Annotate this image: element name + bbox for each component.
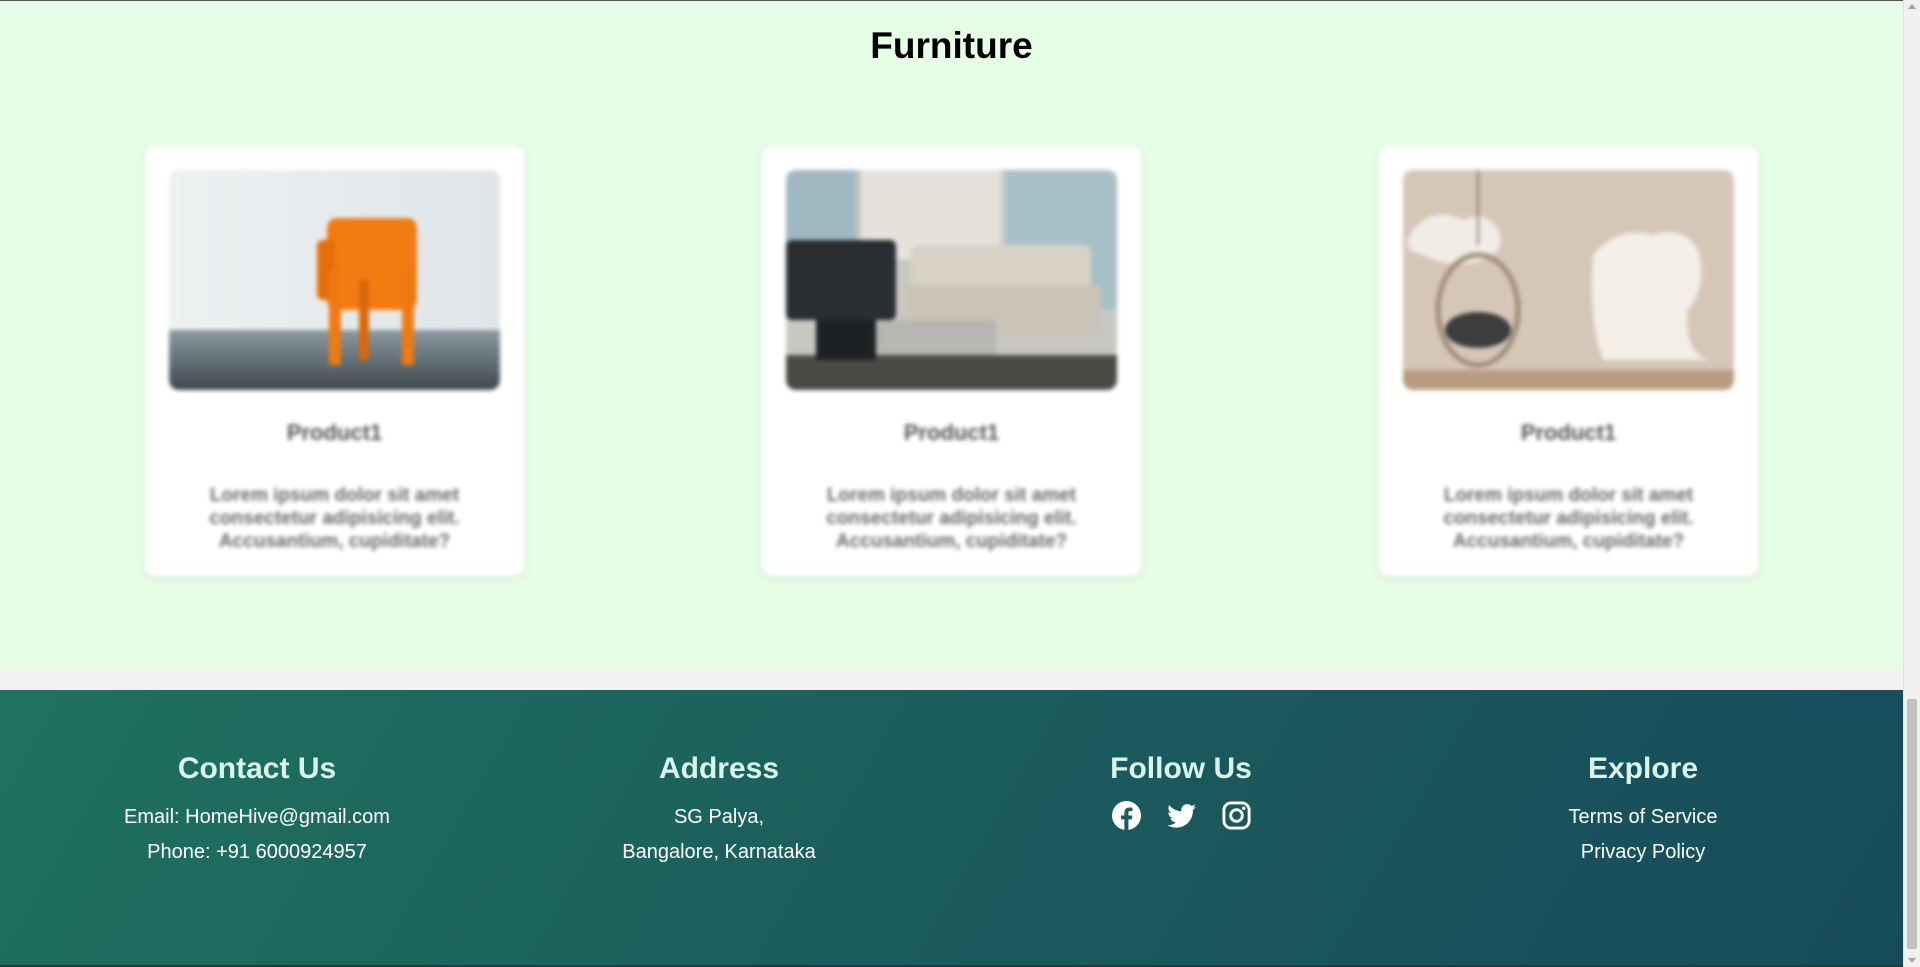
facebook-icon[interactable] — [1111, 800, 1142, 831]
site-footer: Contact Us Email: HomeHive@gmail.com Pho… — [0, 690, 1903, 967]
product-title: Product1 — [1520, 420, 1617, 445]
scroll-up-arrow-icon[interactable] — [1908, 4, 1916, 9]
scroll-thumb[interactable] — [1907, 699, 1917, 949]
section-title: Furniture — [870, 25, 1033, 66]
product-description: Lorem ipsum dolor sit amet consectetur a… — [826, 485, 1077, 552]
social-links — [951, 800, 1411, 831]
twitter-icon[interactable] — [1166, 800, 1197, 831]
product-card[interactable]: Product1 Lorem ipsum dolor sit amet cons… — [762, 146, 1141, 576]
hanging-chair-image — [1403, 170, 1734, 390]
explore-heading: Explore — [1587, 752, 1699, 785]
product-description: Lorem ipsum dolor sit amet consectetur a… — [1443, 485, 1694, 552]
address-column: Address SG Palya, Bangalore, Karnataka — [489, 752, 949, 870]
contact-column: Contact Us Email: HomeHive@gmail.com Pho… — [27, 752, 487, 870]
follow-heading: Follow Us — [1110, 752, 1252, 785]
orange-chair-image — [169, 170, 500, 390]
address-line-1: SG Palya, — [673, 806, 765, 828]
privacy-link[interactable]: Privacy Policy — [1413, 835, 1873, 870]
contact-email: Email: HomeHive@gmail.com — [124, 806, 390, 828]
product-title: Product1 — [903, 420, 1000, 445]
vertical-scrollbar[interactable] — [1903, 0, 1920, 967]
contact-heading: Contact Us — [177, 752, 337, 785]
product-card[interactable]: Product1 Lorem ipsum dolor sit amet cons… — [145, 146, 524, 576]
product-description: Lorem ipsum dolor sit amet consectetur a… — [209, 485, 460, 552]
product-title: Product1 — [286, 420, 383, 445]
contact-phone: Phone: +91 6000924957 — [147, 841, 367, 863]
explore-column: Explore Terms of Service Privacy Policy — [1413, 752, 1873, 870]
product-card[interactable]: Product1 Lorem ipsum dolor sit amet cons… — [1379, 146, 1758, 576]
living-room-sofa-image — [786, 170, 1117, 390]
scroll-down-arrow-icon[interactable] — [1908, 958, 1916, 963]
instagram-icon[interactable] — [1221, 800, 1252, 831]
furniture-section: Furniture Product1 Lorem ipsum dolor sit… — [0, 1, 1903, 669]
address-line-2: Bangalore, Karnataka — [622, 841, 816, 863]
address-heading: Address — [658, 752, 780, 785]
follow-column: Follow Us — [951, 752, 1411, 831]
terms-link[interactable]: Terms of Service — [1413, 800, 1873, 835]
